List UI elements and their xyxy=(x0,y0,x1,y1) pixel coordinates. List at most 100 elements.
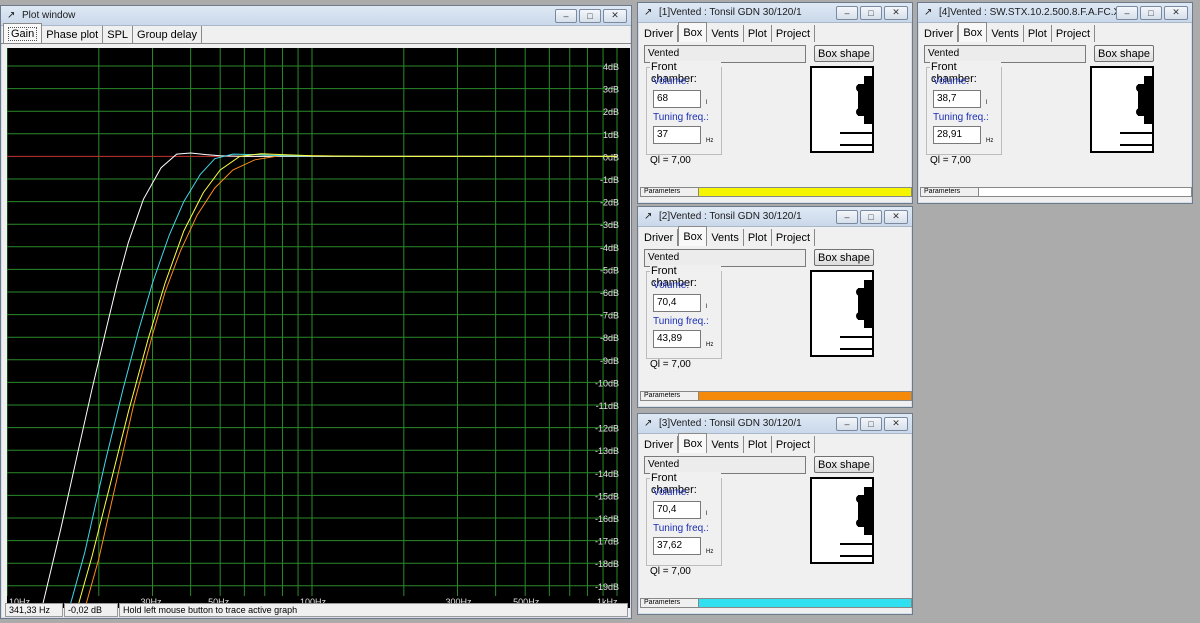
y-tick-label: 3dB xyxy=(603,85,619,95)
tab-label: Box xyxy=(683,437,703,450)
box-shape-button[interactable]: Box shape xyxy=(814,456,874,473)
close-button[interactable]: ✕ xyxy=(884,209,908,224)
close-button[interactable]: ✕ xyxy=(884,416,908,431)
y-tick-label: -17dB xyxy=(595,537,619,547)
tab-box[interactable]: Box xyxy=(678,226,708,246)
maximize-button[interactable]: □ xyxy=(860,416,882,431)
tuning-freq-input[interactable]: 37 xyxy=(653,126,701,144)
maximize-button[interactable]: □ xyxy=(860,209,882,224)
tab-vents[interactable]: Vents xyxy=(707,436,744,453)
y-tick-label: 1dB xyxy=(603,130,619,140)
box-window-titlebar[interactable]: ↗ [4]Vented : SW.STX.10.2.500.8.F.A.FC.X… xyxy=(918,3,1192,23)
parameters-bar[interactable]: Parameters xyxy=(640,187,912,197)
tab-label: Vents xyxy=(711,27,739,40)
close-icon: ✕ xyxy=(892,211,900,221)
tab-label: Driver xyxy=(924,27,954,40)
box-window-titlebar[interactable]: ↗ [3]Vented : Tonsil GDN 30/120/1 – □ ✕ xyxy=(638,414,912,434)
parameters-bar[interactable]: Parameters xyxy=(640,391,912,401)
response-curve-2 xyxy=(84,154,617,609)
tab-box[interactable]: Box xyxy=(958,22,988,42)
close-icon: ✕ xyxy=(892,7,900,17)
close-button[interactable]: ✕ xyxy=(603,8,627,23)
y-tick-label: -19dB xyxy=(595,582,619,592)
tab-project[interactable]: Project xyxy=(772,229,816,246)
minimize-button[interactable]: – xyxy=(836,209,858,224)
tab-plot[interactable]: Plot xyxy=(744,25,772,42)
volume-input[interactable]: 70,4 xyxy=(653,294,701,312)
minimize-button[interactable]: – xyxy=(836,5,858,20)
tab-label: Project xyxy=(775,231,811,244)
maximize-button[interactable]: □ xyxy=(579,8,601,23)
tab-plot[interactable]: Plot xyxy=(1024,25,1052,42)
tab-label: SPL xyxy=(107,28,129,41)
app-icon: ↗ xyxy=(644,418,653,429)
volume-input[interactable]: 38,7 xyxy=(933,90,981,108)
tab-plot[interactable]: Plot xyxy=(744,436,772,453)
tab-box[interactable]: Box xyxy=(678,433,708,453)
tab-label: Box xyxy=(683,26,703,39)
parameters-label: Parameters xyxy=(641,392,699,400)
tab-driver[interactable]: Driver xyxy=(920,25,959,42)
gain-plot-svg[interactable]: 4dB 3dB 2dB 1dB 0dB -1dB -2dB -3dB -4dB -5dB -6dB -… xyxy=(6,48,630,609)
tab-project[interactable]: Project xyxy=(1052,25,1096,42)
close-button[interactable]: ✕ xyxy=(1164,5,1188,20)
driver-diagram-icon xyxy=(840,76,872,146)
plot-window-titlebar[interactable]: ↗ Plot window – □ ✕ xyxy=(1,6,631,26)
tab-vents[interactable]: Vents xyxy=(707,229,744,246)
tuning-freq-label: Tuning freq.: xyxy=(933,112,989,123)
minimize-button[interactable]: – xyxy=(1116,5,1138,20)
ql-value: Ql = 7,00 xyxy=(650,155,691,166)
tab-spl[interactable]: SPL xyxy=(103,26,134,43)
box-window-titlebar[interactable]: ↗ [1]Vented : Tonsil GDN 30/120/1 – □ ✕ xyxy=(638,3,912,23)
box-window-title: [1]Vented : Tonsil GDN 30/120/1 xyxy=(659,7,802,18)
parameters-bar[interactable]: Parameters xyxy=(920,187,1192,197)
box-window: ↗ [4]Vented : SW.STX.10.2.500.8.F.A.FC.X… xyxy=(917,2,1193,204)
graph-color-swatch xyxy=(699,188,911,196)
volume-label: Volume: xyxy=(933,76,970,87)
y-tick-label: 2dB xyxy=(603,107,619,117)
box-shape-button[interactable]: Box shape xyxy=(1094,45,1154,62)
close-button[interactable]: ✕ xyxy=(884,5,908,20)
parameters-label: Parameters xyxy=(641,188,699,196)
tab-plot[interactable]: Plot xyxy=(744,229,772,246)
tab-project[interactable]: Project xyxy=(772,25,816,42)
volume-label: Volume: xyxy=(653,76,690,87)
box-shape-button[interactable]: Box shape xyxy=(814,45,874,62)
volume-unit: l xyxy=(706,100,708,106)
graph-color-swatch xyxy=(699,392,911,400)
tuning-freq-input[interactable]: 28,91 xyxy=(933,126,981,144)
tab-label: Project xyxy=(775,438,811,451)
ql-value: Ql = 7,00 xyxy=(930,155,971,166)
tab-vents[interactable]: Vents xyxy=(987,25,1024,42)
tab-driver[interactable]: Driver xyxy=(640,25,679,42)
parameters-bar[interactable]: Parameters xyxy=(640,598,912,608)
tuning-freq-unit: Hz xyxy=(986,138,994,144)
tab-group-delay[interactable]: Group delay xyxy=(133,26,202,43)
y-tick-label: -16dB xyxy=(595,514,619,524)
gain-plot[interactable]: 4dB 3dB 2dB 1dB 0dB -1dB -2dB -3dB -4dB -5dB -6dB -… xyxy=(6,48,630,609)
volume-input[interactable]: 70,4 xyxy=(653,501,701,519)
tab-box[interactable]: Box xyxy=(678,22,708,42)
minimize-button[interactable]: – xyxy=(836,416,858,431)
maximize-button[interactable]: □ xyxy=(860,5,882,20)
box-window-titlebar[interactable]: ↗ [2]Vented : Tonsil GDN 30/120/1 – □ ✕ xyxy=(638,207,912,227)
tab-phase-plot[interactable]: Phase plot xyxy=(42,26,104,43)
ql-value: Ql = 7,00 xyxy=(650,566,691,577)
tab-gain[interactable]: Gain xyxy=(3,23,43,43)
y-tick-label: -7dB xyxy=(600,311,619,321)
tab-driver[interactable]: Driver xyxy=(640,229,679,246)
box-shape-button[interactable]: Box shape xyxy=(814,249,874,266)
box-shape-preview xyxy=(1090,66,1154,153)
volume-input[interactable]: 68 xyxy=(653,90,701,108)
status-gain: -0,02 dB xyxy=(64,603,118,617)
minimize-button[interactable]: – xyxy=(555,8,577,23)
tab-project[interactable]: Project xyxy=(772,436,816,453)
tuning-freq-input[interactable]: 43,89 xyxy=(653,330,701,348)
tab-driver[interactable]: Driver xyxy=(640,436,679,453)
tab-vents[interactable]: Vents xyxy=(707,25,744,42)
tuning-freq-input[interactable]: 37,62 xyxy=(653,537,701,555)
front-chamber-group: Front chamber: Volume: 70,4 l Tuning fre… xyxy=(646,472,722,566)
maximize-button[interactable]: □ xyxy=(1140,5,1162,20)
tab-label: Vents xyxy=(991,27,1019,40)
driver-diagram-icon xyxy=(1120,76,1152,146)
